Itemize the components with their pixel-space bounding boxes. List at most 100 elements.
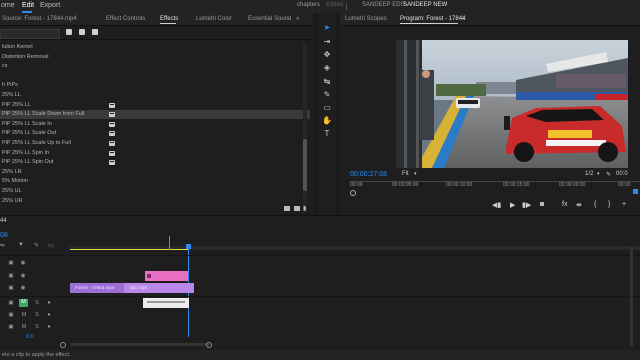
scroll-left-handle[interactable]	[60, 342, 66, 348]
mic-icon[interactable]: ●	[46, 324, 52, 330]
new-item-icon[interactable]	[294, 206, 300, 211]
eye-icon[interactable]: ◉	[20, 285, 26, 291]
tab-source[interactable]: Source: Forest - 17844.mp4	[2, 16, 77, 22]
mute-button[interactable]: M	[19, 299, 28, 307]
effects-list-item[interactable]: 25% LL	[0, 91, 310, 100]
effects-list-item[interactable]: PiP 25% LL Scale Down from Full	[0, 110, 310, 120]
effects-list-item[interactable]: PiP 25% LL Spin In	[0, 149, 310, 158]
mic-icon[interactable]: ●	[46, 312, 52, 318]
effects-list-item[interactable]: PiP 25% LL Spin Out	[0, 158, 310, 167]
workspace-sandeep-edit[interactable]: SANDEEP EDIT	[362, 2, 406, 8]
monitor-scroll-handle[interactable]	[350, 190, 356, 196]
effects-list-item[interactable]: 5% Motion	[0, 177, 310, 186]
effects-list-item[interactable]: PiP 25% LL Scale Up to Full	[0, 139, 310, 148]
monitor-playhead[interactable]	[633, 189, 638, 194]
toggle-sync-lock-icon[interactable]: ▣	[8, 324, 14, 330]
play-icon[interactable]: ▶	[510, 201, 515, 209]
effects-list-item[interactable]: h PiPs	[0, 81, 310, 90]
clip-v1-dsc[interactable]: dsc.mp4	[124, 283, 194, 293]
tab-lumetri-scopes[interactable]: Lumetri Scopes	[345, 16, 387, 22]
pen-tool-icon[interactable]: ✎	[322, 90, 332, 99]
toggle-sync-lock-icon[interactable]: ▣	[8, 312, 14, 318]
tab-lumetri-color[interactable]: Lumetri Color	[196, 16, 232, 22]
fit-chevron-down-icon[interactable]: ▾	[414, 171, 417, 177]
effects-list-item[interactable]: 25% UR	[0, 197, 310, 206]
snap-icon[interactable]: ⇋	[0, 242, 5, 249]
button-editor-icon[interactable]: +	[622, 201, 626, 208]
effects-list-item[interactable]: lution Kernel	[0, 43, 310, 52]
solo-button[interactable]: S	[34, 312, 40, 318]
razor-tool-icon[interactable]: ◈	[322, 63, 332, 72]
resolution-dropdown[interactable]: 1/2	[585, 171, 593, 177]
toggle-sync-lock-icon[interactable]: ▣	[8, 260, 14, 266]
effects-list-item[interactable]: Distortion Removal	[0, 53, 310, 62]
program-menu-icon[interactable]: ≡	[462, 16, 466, 22]
effects-list-item[interactable]: PiP 25% LL Scale In	[0, 120, 310, 129]
rectangle-tool-icon[interactable]: ▭	[322, 103, 332, 112]
menu-edit[interactable]: Edit	[22, 2, 34, 9]
step-back-icon[interactable]: ◀▮	[492, 201, 501, 209]
toggle-sync-lock-icon[interactable]: ▣	[8, 300, 14, 306]
effects-list-item[interactable]: cs	[0, 62, 310, 71]
menu-home[interactable]: ome	[1, 2, 15, 9]
fit-dropdown[interactable]: Fit	[402, 171, 409, 177]
tab-essential-sound[interactable]: Essential Sound	[248, 16, 291, 22]
effects-list-item[interactable]: 25% UL	[0, 187, 310, 196]
yuv-effects-icon[interactable]	[92, 29, 98, 35]
new-bin-icon[interactable]	[284, 206, 290, 211]
scroll-right-handle[interactable]	[206, 342, 212, 348]
mark-in-icon[interactable]: {	[594, 201, 596, 208]
eye-icon[interactable]: ◉	[20, 260, 26, 266]
clip-v2[interactable]	[145, 271, 188, 281]
tab-effect-controls[interactable]: Effect Controls	[106, 16, 145, 22]
effects-list-item[interactable]: PiP 25% LL Scale Out	[0, 129, 310, 138]
effects-search-input[interactable]	[0, 29, 60, 39]
toggle-sync-lock-icon[interactable]: ▣	[8, 273, 14, 279]
clip-v1-forest[interactable]: Forest - 17844.mp4	[70, 283, 124, 293]
mic-icon[interactable]: ●	[46, 300, 52, 306]
toggle-sync-lock-icon[interactable]: ▣	[8, 285, 14, 291]
effects-list-item[interactable]: 25% LR	[0, 168, 310, 177]
more-tabs-icon[interactable]: »	[296, 16, 299, 22]
clip-a1[interactable]	[143, 298, 189, 308]
timeline-timecode[interactable]: 08	[0, 232, 8, 239]
insert-icon[interactable]: ⇼	[576, 201, 582, 209]
captions-icon[interactable]: ▭	[48, 242, 54, 249]
fx-icon[interactable]: fx	[562, 201, 567, 208]
selection-tool-icon[interactable]: ➤	[322, 23, 332, 32]
menu-export[interactable]: Export	[40, 2, 60, 9]
settings-wrench-icon[interactable]: ✎	[606, 171, 611, 178]
slip-tool-icon[interactable]: ↹	[322, 77, 332, 86]
tab-program[interactable]: Program: Forest - 17844	[400, 16, 465, 22]
marker-icon[interactable]: ▼	[18, 242, 24, 248]
master-volume[interactable]: 0.0	[26, 334, 34, 340]
work-area-bar[interactable]	[70, 249, 188, 250]
hand-tool-icon[interactable]: ✋	[322, 116, 332, 125]
type-tool-icon[interactable]: T	[322, 129, 332, 138]
eye-icon[interactable]: ◉	[20, 273, 26, 279]
playhead-timecode[interactable]: 00:00:27:08	[350, 171, 387, 178]
timeline-v-scrollbar[interactable]	[630, 246, 633, 346]
sequence-tab[interactable]: 44	[0, 218, 7, 224]
scrollbar-thumb[interactable]	[303, 139, 307, 191]
accelerated-effects-icon[interactable]	[66, 29, 72, 35]
timeline-settings-icon[interactable]: ✎	[34, 242, 39, 249]
mute-button[interactable]: M	[21, 312, 27, 318]
solo-button[interactable]: S	[34, 300, 40, 306]
ripple-edit-tool-icon[interactable]: ✥	[322, 50, 332, 59]
32bit-effects-icon[interactable]	[79, 29, 85, 35]
workspace-sandeep-new[interactable]: SANDEEP NEW	[403, 2, 447, 8]
trash-icon[interactable]: ▮	[303, 205, 309, 212]
mark-out-icon[interactable]: }	[608, 201, 610, 208]
resolution-chevron-down-icon[interactable]: ▾	[597, 171, 600, 177]
effects-scrollbar[interactable]	[303, 43, 307, 213]
tab-effects[interactable]: Effects	[160, 16, 178, 22]
step-forward-icon[interactable]: ▮▶	[522, 201, 531, 209]
timeline-scrollbar[interactable]	[70, 343, 210, 346]
solo-button[interactable]: S	[34, 324, 40, 330]
track-select-tool-icon[interactable]: ⇥	[322, 37, 332, 46]
mute-button[interactable]: M	[21, 324, 27, 330]
effects-list-item[interactable]: PiP 25% LL	[0, 101, 310, 110]
export-frame-icon[interactable]: ◙	[540, 201, 544, 208]
effects-list-item[interactable]	[0, 72, 310, 81]
